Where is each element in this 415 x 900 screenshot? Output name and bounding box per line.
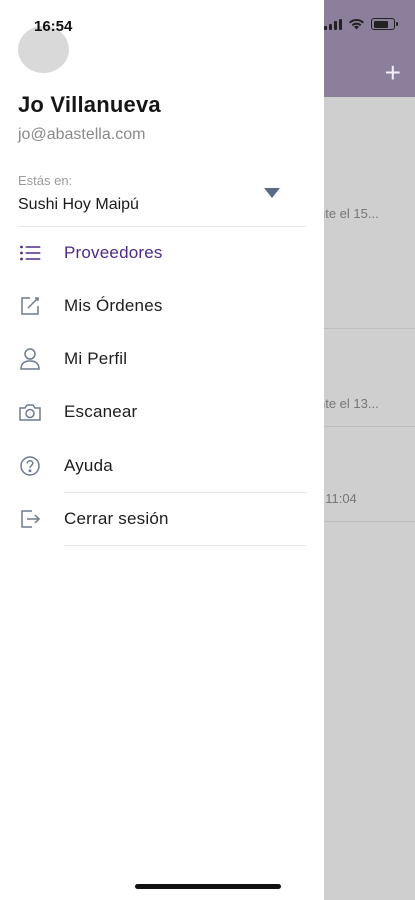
menu-item-mis-ordenes[interactable]: Mis Órdenes <box>0 283 324 329</box>
menu-item-mi-perfil[interactable]: Mi Perfil <box>0 336 324 382</box>
add-icon[interactable]: + <box>385 58 401 88</box>
camera-icon <box>18 400 42 424</box>
logout-icon <box>18 507 42 531</box>
background-divider <box>324 426 415 427</box>
status-time: 16:54 <box>34 18 73 35</box>
menu-item-label: Ayuda <box>64 456 113 475</box>
menu-item-label: Mi Perfil <box>64 349 128 368</box>
user-name: Jo Villanueva <box>18 92 161 117</box>
background-text: nte el 15... <box>318 206 379 221</box>
edit-icon <box>18 294 42 318</box>
menu-item-escanear[interactable]: Escanear <box>0 389 324 435</box>
home-indicator <box>135 884 281 889</box>
background-divider <box>324 521 415 522</box>
signal-icon <box>324 18 342 30</box>
battery-icon <box>371 18 398 30</box>
menu-item-label: Escanear <box>64 402 138 421</box>
menu-item-cerrar-sesion[interactable]: Cerrar sesión <box>0 496 324 542</box>
navigation-drawer: 16:54 Jo Villanueva jo@abastella.com Est… <box>0 0 324 900</box>
chevron-down-icon[interactable] <box>262 186 282 200</box>
user-email: jo@abastella.com <box>18 126 146 143</box>
menu-item-label: Cerrar sesión <box>64 509 169 528</box>
divider <box>18 226 306 227</box>
menu-item-label: Mis Órdenes <box>64 296 163 315</box>
menu-item-label: Proveedores <box>64 243 163 262</box>
location-selector[interactable]: Sushi Hoy Maipú <box>18 196 139 214</box>
help-icon <box>18 454 42 478</box>
divider <box>64 545 306 546</box>
status-icons <box>324 18 398 30</box>
wifi-icon <box>349 18 364 30</box>
menu-item-proveedores[interactable]: Proveedores <box>0 230 324 276</box>
menu-item-ayuda[interactable]: Ayuda <box>0 443 324 489</box>
user-icon <box>18 347 42 371</box>
background-text: nte el 13... <box>318 396 379 411</box>
location-label: Estás en: <box>18 173 73 188</box>
background-divider <box>324 328 415 329</box>
list-icon <box>18 241 42 265</box>
divider <box>64 492 306 493</box>
